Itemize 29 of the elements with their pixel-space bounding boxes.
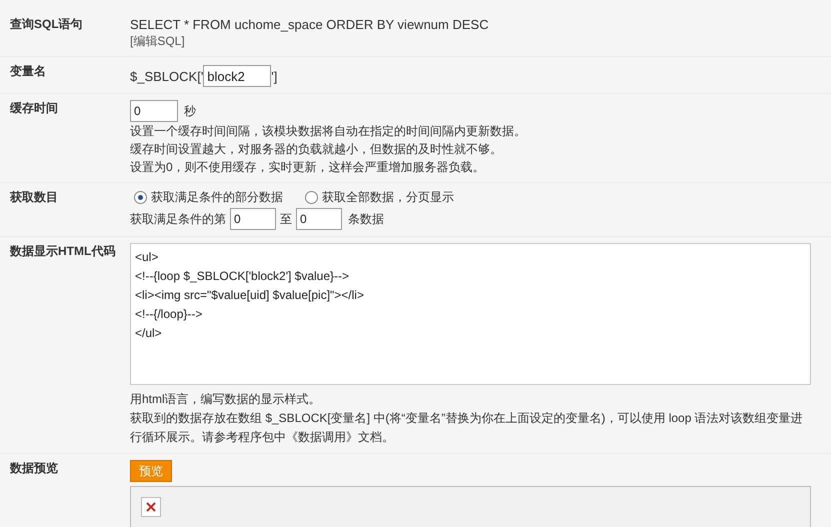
range-suffix: 条数据 <box>348 210 384 228</box>
field-label: 变量名 <box>10 64 46 78</box>
radio-button[interactable] <box>134 191 147 204</box>
help-text: 设置为0，则不使用缓存，实时更新，这样会严重增加服务器负载。 <box>130 159 486 176</box>
unit-label: 秒 <box>184 102 196 120</box>
range-prefix: 获取满足条件的第 <box>130 210 226 228</box>
variable-suffix: '] <box>271 68 278 84</box>
broken-image-icon <box>141 497 161 517</box>
range-start-field[interactable]: 0 <box>230 208 276 230</box>
radio-button[interactable] <box>305 191 318 204</box>
sql-query: SELECT * FROM uchome_space ORDER BY viewnum DESC <box>130 16 490 33</box>
radio-label: 获取全部数据，分页显示 <box>322 189 454 206</box>
field-label: 获取数目 <box>10 190 58 204</box>
variable-prefix: $_SBLOCK[' <box>130 68 204 84</box>
range-end-field[interactable]: 0 <box>296 208 342 230</box>
help-text: 缓存时间设置越大，对服务器的负载就越小，但数据的及时性就不够。 <box>130 141 503 158</box>
radio-label: 获取满足条件的部分数据 <box>151 189 283 206</box>
field-label: 查询SQL语句 <box>10 17 83 31</box>
edit-sql-link[interactable]: [编辑SQL] <box>130 34 185 48</box>
help-text: 用html语言，编写数据的显示样式。 <box>130 391 322 408</box>
cache-time-field[interactable]: 0 <box>130 100 178 122</box>
field-label: 数据显示HTML代码 <box>10 244 116 258</box>
range-middle: 至 <box>280 210 292 228</box>
variable-name-field[interactable]: block2 <box>203 65 272 87</box>
field-label: 数据预览 <box>10 461 58 475</box>
help-text: 设置一个缓存时间间隔，该模块数据将自动在指定的时间间隔内更新数据。 <box>130 123 527 140</box>
field-label: 缓存时间 <box>10 101 58 115</box>
help-text: 获取到的数据存放在数组 $_SBLOCK[变量名] 中(将“变量名”替换为你在上面设定的变量名)，可以使用 loop 语法对该数组变量进行循环展示。请参考程序包中《数据调用》文档。 <box>130 410 804 446</box>
html-code-field[interactable]: <ul> <!--{loop $_SBLOCK['block2'] $value}--> <li><img src="$value[uid] $value[pic]"></li> <!--{/loop}--> </ul> <box>130 243 811 385</box>
